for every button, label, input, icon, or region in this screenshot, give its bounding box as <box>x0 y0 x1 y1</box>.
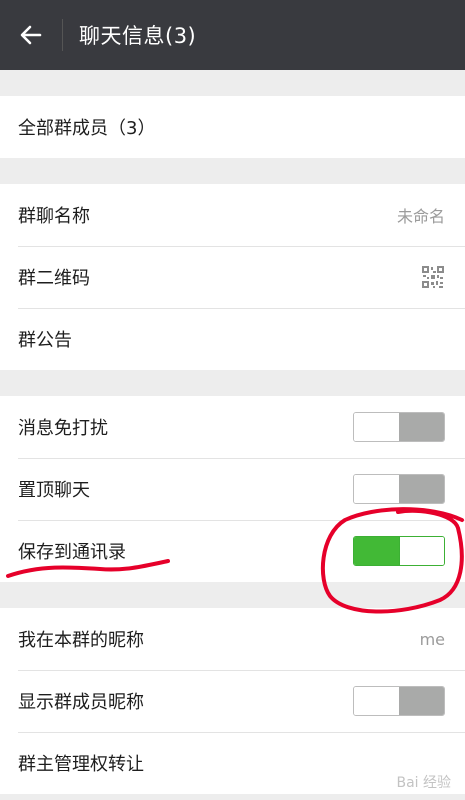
pin-chat-row: 置顶聊天 <box>0 458 465 520</box>
qr-code-icon <box>421 265 445 289</box>
group-info-section: 群聊名称 未命名 群二维码 群公告 <box>0 184 465 370</box>
group-notice-row[interactable]: 群公告 <box>0 308 465 370</box>
back-button[interactable] <box>0 0 62 70</box>
show-member-nickname-toggle[interactable] <box>353 686 445 716</box>
group-name-label: 群聊名称 <box>18 206 90 227</box>
title-bar: 聊天信息(3) <box>0 0 465 70</box>
save-to-contacts-toggle[interactable] <box>353 536 445 566</box>
title-divider <box>62 19 63 51</box>
transfer-ownership-row[interactable]: 群主管理权转让 <box>0 732 465 794</box>
save-to-contacts-row: 保存到通讯录 <box>0 520 465 582</box>
my-nickname-row[interactable]: 我在本群的昵称 me <box>0 608 465 670</box>
group-qrcode-row[interactable]: 群二维码 <box>0 246 465 308</box>
group-notice-label: 群公告 <box>18 330 72 351</box>
my-nickname-label: 我在本群的昵称 <box>18 630 144 651</box>
pin-chat-toggle[interactable] <box>353 474 445 504</box>
profile-section: 我在本群的昵称 me 显示群成员昵称 群主管理权转让 <box>0 608 465 794</box>
my-nickname-value: me <box>419 629 445 649</box>
mute-row: 消息免打扰 <box>0 396 465 458</box>
chat-settings-section: 消息免打扰 置顶聊天 保存到通讯录 <box>0 396 465 582</box>
show-member-nickname-label: 显示群成员昵称 <box>18 692 144 713</box>
transfer-ownership-label: 群主管理权转让 <box>18 754 144 775</box>
members-section: 全部群成员（3） <box>0 96 465 158</box>
all-members-label: 全部群成员（3） <box>18 118 156 139</box>
all-members-row[interactable]: 全部群成员（3） <box>0 96 465 158</box>
pin-chat-label: 置顶聊天 <box>18 480 90 501</box>
page-title: 聊天信息(3) <box>79 24 197 48</box>
group-name-value: 未命名 <box>396 207 445 226</box>
show-member-nickname-row: 显示群成员昵称 <box>0 670 465 732</box>
group-qrcode-label: 群二维码 <box>18 268 90 289</box>
group-name-row[interactable]: 群聊名称 未命名 <box>0 184 465 246</box>
mute-label: 消息免打扰 <box>18 418 108 439</box>
save-to-contacts-label: 保存到通讯录 <box>18 542 126 563</box>
arrow-left-icon <box>20 25 42 45</box>
watermark: Bai 经验 <box>396 775 451 791</box>
mute-toggle[interactable] <box>353 412 445 442</box>
